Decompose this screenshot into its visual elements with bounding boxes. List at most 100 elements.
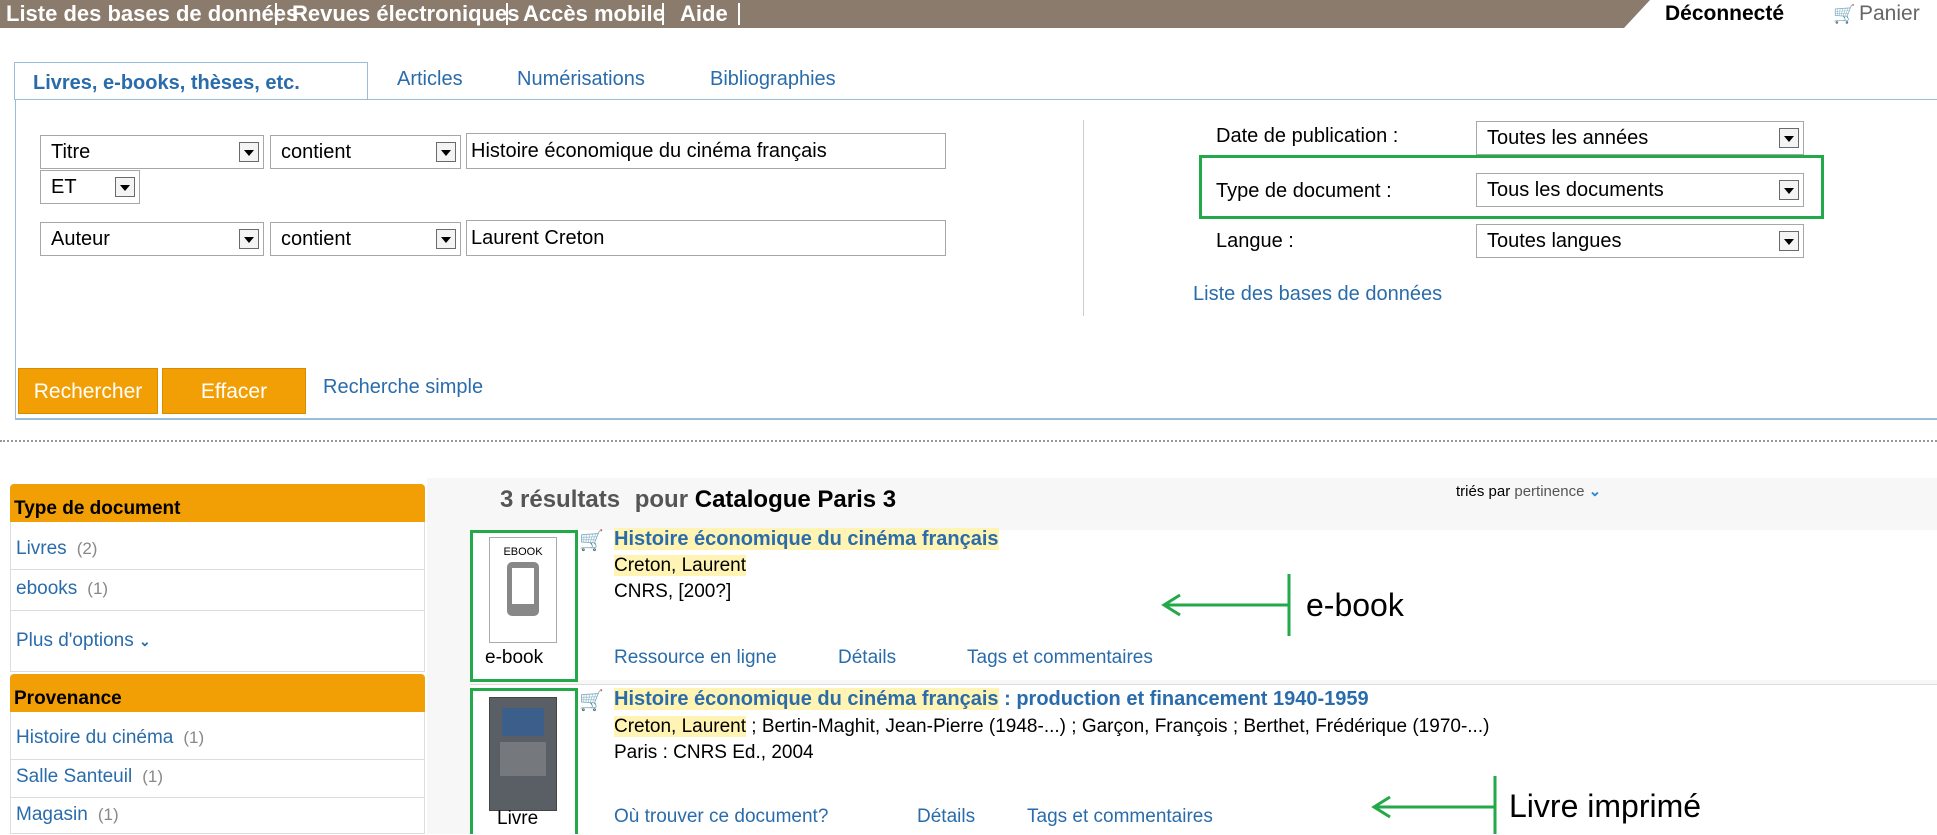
chevron-down-icon xyxy=(239,229,259,249)
result-title-main: Histoire économique du cinéma français xyxy=(614,528,999,550)
operator-select-1[interactable]: contient xyxy=(270,135,461,169)
facet-item-count: (2) xyxy=(76,539,98,558)
nav-separator xyxy=(506,3,508,25)
sort-control[interactable]: triés par pertinence ⌄ xyxy=(1456,482,1601,500)
facet-item-label: Salle Santeuil xyxy=(16,766,133,787)
language-filter-value: Toutes langues xyxy=(1487,230,1622,252)
cart-icon[interactable]: 🛒 xyxy=(579,688,604,713)
facet-divider xyxy=(10,797,425,798)
cart-icon[interactable]: 🛒 xyxy=(1833,0,1855,28)
cart-link[interactable]: Panier xyxy=(1859,0,1920,28)
language-filter-select[interactable]: Toutes langues xyxy=(1476,224,1804,258)
tab-books[interactable]: Livres, e-books, thèses, etc. xyxy=(14,62,368,100)
boolean-select-value: ET xyxy=(51,176,77,198)
facet-item-label: Magasin xyxy=(16,804,88,825)
login-status[interactable]: Déconnecté xyxy=(1665,0,1784,28)
facet-provenance-header[interactable]: Provenance xyxy=(10,674,425,712)
date-filter-select[interactable]: Toutes les années xyxy=(1476,121,1804,155)
facet-divider xyxy=(10,759,425,760)
online-resource-link[interactable]: Ressource en ligne xyxy=(614,647,777,669)
field-select-2-value: Auteur xyxy=(51,228,110,250)
facet-item-count: (1) xyxy=(97,805,119,824)
nav-separator xyxy=(275,3,277,25)
field-select-1[interactable]: Titre xyxy=(40,135,264,169)
result-authors: Creton, Laurent xyxy=(614,555,747,577)
chevron-down-icon xyxy=(1779,231,1799,251)
result-title-sub: : production et financement 1940-1959 xyxy=(998,688,1369,710)
result-title-main: Histoire économique du cinéma français xyxy=(614,688,999,710)
simple-search-link[interactable]: Recherche simple xyxy=(323,376,483,399)
date-filter-label: Date de publication : xyxy=(1216,125,1399,147)
chevron-down-icon xyxy=(115,177,135,197)
sort-value: pertinence xyxy=(1514,483,1585,500)
field-select-2[interactable]: Auteur xyxy=(40,222,264,256)
chevron-down-icon xyxy=(239,142,259,162)
chevron-down-icon xyxy=(1779,128,1799,148)
tags-comments-link[interactable]: Tags et commentaires xyxy=(1027,806,1213,828)
cart-icon[interactable]: 🛒 xyxy=(579,528,604,553)
results-count: 3 résultats xyxy=(500,486,621,513)
date-filter-value: Toutes les années xyxy=(1487,127,1649,149)
tab-articles[interactable]: Articles xyxy=(397,68,463,91)
facet-item-salle-santeuil[interactable]: Salle Santeuil (1) xyxy=(16,766,163,788)
chevron-down-icon xyxy=(436,229,456,249)
nav-separator xyxy=(662,3,664,25)
facet-item-label: Histoire du cinéma xyxy=(16,727,174,748)
facet-divider xyxy=(10,610,425,611)
top-navigation-bar: Liste des bases de données Revues électr… xyxy=(0,0,1937,28)
panel-divider xyxy=(1083,120,1084,316)
result-publisher: CNRS, [200?] xyxy=(614,581,732,602)
database-list-link[interactable]: Liste des bases de données xyxy=(1193,283,1442,306)
nav-databases-link[interactable]: Liste des bases de données xyxy=(6,0,298,28)
result-title-link[interactable]: Histoire économique du cinéma français xyxy=(614,528,999,551)
result-authors: Creton, Laurent ; Bertin-Maghit, Jean-Pi… xyxy=(614,716,1489,738)
annotation-arrow-ebook xyxy=(1161,574,1291,636)
operator-select-2[interactable]: contient xyxy=(270,222,461,256)
nav-help-link[interactable]: Aide xyxy=(680,0,728,28)
nav-mobile-link[interactable]: Accès mobile xyxy=(523,0,665,28)
facet-item-count: (1) xyxy=(142,767,163,786)
tags-comments-link[interactable]: Tags et commentaires xyxy=(967,647,1153,669)
operator-select-1-value: contient xyxy=(281,141,352,163)
chevron-down-icon: ⌄ xyxy=(1588,483,1602,500)
result-authors-rest: ; Bertin-Maghit, Jean-Pierre (1948-...) … xyxy=(746,716,1490,737)
nav-ejournals-link[interactable]: Revues électroniques xyxy=(292,0,519,28)
clear-button[interactable]: Effacer xyxy=(162,368,306,414)
result-author-highlight: Creton, Laurent xyxy=(614,555,747,576)
tab-bibliographies[interactable]: Bibliographies xyxy=(710,68,836,91)
result-publisher: Paris : CNRS Ed., 2004 xyxy=(614,742,814,763)
details-link[interactable]: Détails xyxy=(838,647,896,669)
annotation-highlight-box xyxy=(470,530,578,682)
facet-doctype-header[interactable]: Type de document xyxy=(10,484,425,522)
results-catalogue: Catalogue Paris 3 xyxy=(694,486,897,513)
facet-item-magasin[interactable]: Magasin (1) xyxy=(16,804,119,826)
search-term-input-1[interactable]: Histoire économique du cinéma français xyxy=(466,133,946,169)
tab-digitizations[interactable]: Numérisations xyxy=(517,68,645,91)
annotation-highlight-box xyxy=(1199,155,1824,219)
results-pour: pour xyxy=(634,486,689,513)
facet-item-label: ebooks xyxy=(16,578,78,599)
annotation-ebook-label: e-book xyxy=(1306,587,1404,623)
result-title-link[interactable]: Histoire économique du cinéma français :… xyxy=(614,688,1369,711)
facet-more-options[interactable]: Plus d'options ⌄ xyxy=(16,630,151,652)
details-link[interactable]: Détails xyxy=(917,806,975,828)
search-button[interactable]: Rechercher xyxy=(18,368,158,414)
chevron-down-icon xyxy=(436,142,456,162)
operator-select-2-value: contient xyxy=(281,228,352,250)
facet-item-cinema-history[interactable]: Histoire du cinéma (1) xyxy=(16,727,204,749)
facet-divider xyxy=(10,569,425,570)
field-select-1-value: Titre xyxy=(51,141,91,163)
language-filter-label: Langue : xyxy=(1216,230,1294,252)
facet-item-books[interactable]: Livres (2) xyxy=(16,538,97,560)
sort-label: triés par xyxy=(1456,483,1511,500)
find-document-link[interactable]: Où trouver ce document? xyxy=(614,806,828,828)
facet-item-label: Livres xyxy=(16,538,67,559)
nav-separator xyxy=(738,3,740,25)
facet-item-ebooks[interactable]: ebooks (1) xyxy=(16,578,108,600)
boolean-select[interactable]: ET xyxy=(40,170,140,204)
facet-more-label: Plus d'options xyxy=(16,630,134,651)
results-summary: 3 résultats pour Catalogue Paris 3 xyxy=(500,486,896,514)
chevron-down-icon: ⌄ xyxy=(138,633,151,649)
search-term-input-2[interactable]: Laurent Creton xyxy=(466,220,946,256)
result-author-highlight: Creton, Laurent xyxy=(614,716,747,737)
